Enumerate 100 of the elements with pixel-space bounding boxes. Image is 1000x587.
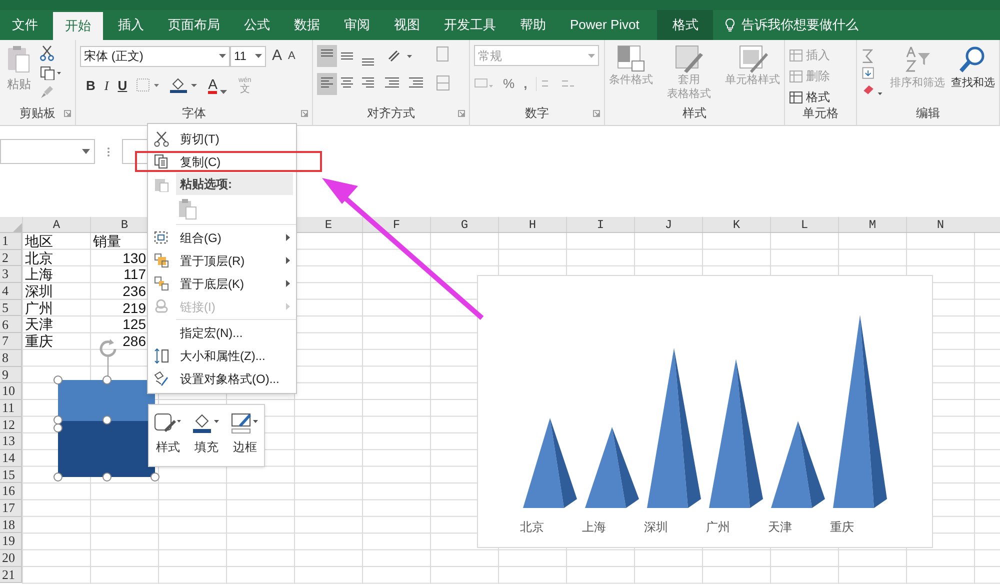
shape-top-layer[interactable] [58,380,155,422]
row-header[interactable]: 12 [0,416,22,434]
ribbon-tab[interactable]: 开始 [53,12,103,40]
toolbar-button[interactable]: 样式 [154,412,182,466]
menu-item[interactable]: 置于底层(K) [148,272,296,295]
ribbon-tab[interactable]: 格式 [657,10,714,40]
font-color-button[interactable]: A [208,76,218,94]
group-label: 剪贴板 [20,107,56,120]
submenu-arrow-icon [286,303,290,310]
row-header[interactable]: 13 [0,433,22,450]
bold-button[interactable]: B [86,76,96,95]
ribbon-tab[interactable]: Power Pivot [558,10,652,40]
dropdown-arrow-icon [82,149,90,154]
column-header[interactable]: I [566,217,634,232]
underline-button[interactable]: U [118,76,128,95]
ribbon-tab[interactable]: 插入 [106,10,156,40]
column-header[interactable]: M [838,217,906,232]
ribbon-tab[interactable]: 视图 [382,10,432,40]
menu-item[interactable]: 复制(C) [148,150,296,173]
borders-icon[interactable] [136,78,160,92]
font-name-field[interactable]: 宋体 (正文) [80,46,230,67]
row-header[interactable]: 6 [0,316,22,334]
dialog-launcher-icon[interactable] [301,110,308,118]
menu-item[interactable]: 置于顶层(R) [148,249,296,272]
dialog-launcher-icon[interactable] [64,110,71,118]
menu-item[interactable]: 设置对象格式(O)... [148,367,296,390]
row-header[interactable]: 14 [0,450,22,467]
menu-item[interactable]: 指定宏(N)... [148,321,296,344]
fill-color-icon[interactable] [169,76,200,94]
copy-icon[interactable] [40,66,62,80]
group-label: 单元格 [802,107,838,120]
dropdown-arrow-icon[interactable] [220,90,228,94]
row-header[interactable]: 10 [0,383,22,400]
column-header[interactable]: J [634,217,702,232]
ribbon-tab[interactable]: 数据 [282,10,332,40]
row-header[interactable]: 21 [0,566,22,584]
increase-font-button[interactable]: A [272,45,282,68]
dialog-launcher-icon[interactable] [458,110,465,118]
scissors-icon[interactable] [40,45,54,61]
column-header[interactable]: L [770,217,838,232]
row-header[interactable]: 3 [0,266,22,284]
row-header[interactable]: 7 [0,333,22,350]
axis-label: 重庆 [830,519,854,536]
percent-button[interactable]: % [503,74,515,94]
row-header[interactable]: 11 [0,400,22,417]
row-header[interactable]: 1 [0,233,22,250]
font-size-field[interactable]: 11 [230,46,266,67]
dialog-launcher-icon[interactable] [593,110,600,118]
column-header[interactable]: G [430,217,498,232]
tell-me-search[interactable]: 告诉我你想要做什么 [741,15,858,35]
menu-item[interactable]: 大小和属性(Z)... [148,344,296,367]
row-header[interactable]: 9 [0,366,22,384]
ribbon-tab[interactable]: 审阅 [332,10,382,40]
comma-button[interactable]: , [524,74,528,94]
row-header[interactable]: 17 [0,500,22,517]
format-painter-icon[interactable] [40,85,54,99]
shape-bottom-layer[interactable] [58,421,155,477]
column-header[interactable]: K [702,217,770,232]
paste-icon[interactable] [178,198,198,220]
toolbar-button[interactable]: 填充 [192,412,220,466]
column-header[interactable]: A [22,217,90,232]
chart-area[interactable]: 北京 上海 深圳 广州 天津 重庆 [477,275,933,548]
row-header[interactable]: 2 [0,250,22,266]
column-header[interactable]: N [906,217,974,232]
paste-options-header: 粘贴选项: [176,173,293,195]
group-icon [153,230,169,245]
decrease-font-button[interactable]: A [288,48,296,64]
row-header[interactable]: 4 [0,283,22,300]
italic-button[interactable]: I [104,76,109,95]
ribbon-tab[interactable]: 页面布局 [156,10,232,40]
table-cell: 重庆 [25,334,53,349]
row-header[interactable]: 18 [0,516,22,534]
scissors-icon [154,130,168,146]
dropdown-arrow-icon[interactable] [255,54,262,58]
table-cell: 130 [122,250,146,266]
row-header[interactable]: 15 [0,466,22,484]
row-header[interactable]: 19 [0,533,22,550]
grid-icon [789,70,803,82]
find-select-button[interactable]: 查找和选 [951,45,995,101]
ribbon-tab[interactable]: 文件 [0,10,50,40]
grid-icon [789,90,803,104]
clipboard-icon [7,45,31,75]
dropdown-arrow-icon[interactable] [219,54,226,58]
row-header[interactable]: 16 [0,483,22,500]
ribbon-tab[interactable]: 帮助 [508,10,558,40]
table-cell: 深圳 [25,284,53,299]
column-header[interactable]: H [498,217,566,232]
table-cell: 117 [124,267,146,282]
ribbon-tab[interactable]: 开发工具 [432,10,508,40]
row-header[interactable]: 8 [0,350,22,366]
row-header[interactable]: 5 [0,300,22,316]
ribbon-tab[interactable]: 公式 [232,10,282,40]
column-header[interactable]: F [362,217,430,232]
toolbar-button[interactable]: 边框 [230,412,259,466]
rotate-handle-icon[interactable] [97,337,119,376]
row-header[interactable]: 20 [0,550,22,567]
menu-item[interactable]: 剪切(T) [148,127,296,150]
conditional-format-icon [616,45,646,73]
cells-menu-button[interactable]: 格式 [789,87,852,107]
clipboard-icon [154,176,168,192]
